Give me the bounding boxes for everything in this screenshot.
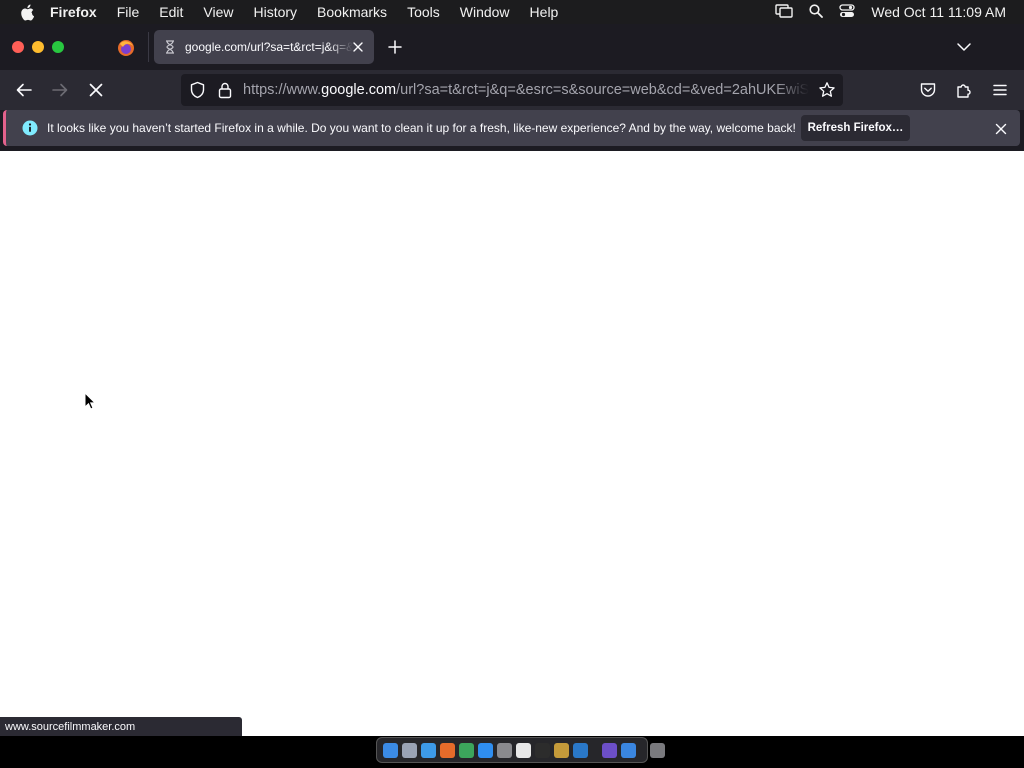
link-status-bar: www.sourcefilmmaker.com: [0, 717, 242, 736]
dock-chrome-icon[interactable]: [459, 742, 474, 758]
back-arrow-icon[interactable]: [15, 81, 33, 99]
url-text[interactable]: https://www.google.com/url?sa=t&rct=j&q=…: [243, 82, 809, 98]
zoom-window-button[interactable]: [52, 41, 64, 53]
list-all-tabs-chevron-icon[interactable]: [956, 40, 972, 54]
menu-file[interactable]: File: [117, 4, 140, 20]
new-tab-button[interactable]: [387, 39, 403, 55]
spotlight-search-icon[interactable]: [809, 3, 824, 21]
dock-app-store-icon[interactable]: [478, 742, 493, 758]
forward-arrow-icon[interactable]: [51, 81, 69, 99]
navigation-toolbar: https://www.google.com/url?sa=t&rct=j&q=…: [0, 70, 1024, 110]
url-prefix: https://www.: [243, 82, 322, 98]
dock-firefox-icon[interactable]: [440, 742, 455, 758]
lock-icon[interactable]: [217, 81, 233, 99]
dock-launchpad-icon[interactable]: [402, 742, 417, 758]
dock-safari-icon[interactable]: [421, 742, 436, 758]
mouse-pointer-icon: [84, 391, 97, 410]
tab-separator: [148, 32, 149, 62]
dock-migration-assistant-icon[interactable]: [621, 742, 636, 758]
url-path: /url?sa=t&rct=j&q=&esrc=s&source=web&cd=…: [396, 82, 809, 98]
macos-dock: [376, 737, 665, 763]
menu-bookmarks[interactable]: Bookmarks: [317, 4, 387, 20]
bookmark-star-icon[interactable]: [818, 81, 836, 99]
tab-title: google.com/url?sa=t&rct=j&q=&esrc=s&sour…: [185, 40, 353, 54]
page-content[interactable]: [0, 151, 1024, 736]
stop-loading-icon[interactable]: [87, 81, 105, 99]
menubar-clock[interactable]: Wed Oct 11 11:09 AM: [871, 4, 1006, 20]
menu-history[interactable]: History: [253, 4, 297, 20]
tracking-protection-shield-icon[interactable]: [189, 81, 206, 99]
firefox-window: google.com/url?sa=t&rct=j&q=&esrc=s&sour…: [0, 24, 1024, 736]
menu-tools[interactable]: Tools: [407, 4, 440, 20]
control-center-icon[interactable]: [839, 3, 856, 21]
screen-mirroring-icon[interactable]: [775, 3, 794, 21]
url-bar[interactable]: https://www.google.com/url?sa=t&rct=j&q=…: [181, 74, 843, 106]
refresh-firefox-notification: It looks like you haven’t started Firefo…: [3, 110, 1020, 146]
url-domain: google.com: [321, 82, 397, 98]
dock-terminal-icon[interactable]: [535, 742, 550, 758]
notification-message: It looks like you haven’t started Firefo…: [47, 121, 796, 135]
dock-textedit-icon[interactable]: [516, 742, 531, 758]
dock-trash-icon[interactable]: [650, 742, 665, 758]
hourglass-loading-icon: [163, 40, 177, 54]
menu-edit[interactable]: Edit: [159, 4, 183, 20]
menu-help[interactable]: Help: [530, 4, 559, 20]
close-tab-icon[interactable]: [351, 40, 365, 54]
hamburger-menu-icon[interactable]: [991, 81, 1009, 99]
menu-firefox[interactable]: Firefox: [50, 4, 97, 20]
firefox-view-icon[interactable]: [117, 39, 135, 57]
macos-menu-bar: Firefox File Edit View History Bookmarks…: [0, 0, 1024, 24]
close-notification-icon[interactable]: [995, 122, 1007, 135]
tab-active[interactable]: google.com/url?sa=t&rct=j&q=&esrc=s&sour…: [154, 30, 374, 64]
tab-bar: google.com/url?sa=t&rct=j&q=&esrc=s&sour…: [0, 24, 1024, 70]
dock-script-tool-icon[interactable]: [554, 742, 569, 758]
refresh-firefox-button[interactable]: Refresh Firefox…: [801, 115, 910, 141]
apple-logo-icon[interactable]: [18, 3, 36, 21]
close-window-button[interactable]: [12, 41, 24, 53]
dock-system-settings-icon[interactable]: [497, 742, 512, 758]
dock-finder-icon[interactable]: [383, 742, 398, 758]
info-icon: [22, 120, 38, 136]
extensions-puzzle-icon[interactable]: [955, 81, 973, 99]
window-controls: [12, 41, 64, 53]
dock-visual-studio-icon[interactable]: [602, 742, 617, 758]
pocket-icon[interactable]: [919, 81, 937, 99]
dock-vscode-icon[interactable]: [573, 742, 588, 758]
menu-window[interactable]: Window: [460, 4, 510, 20]
minimize-window-button[interactable]: [32, 41, 44, 53]
menu-view[interactable]: View: [203, 4, 233, 20]
